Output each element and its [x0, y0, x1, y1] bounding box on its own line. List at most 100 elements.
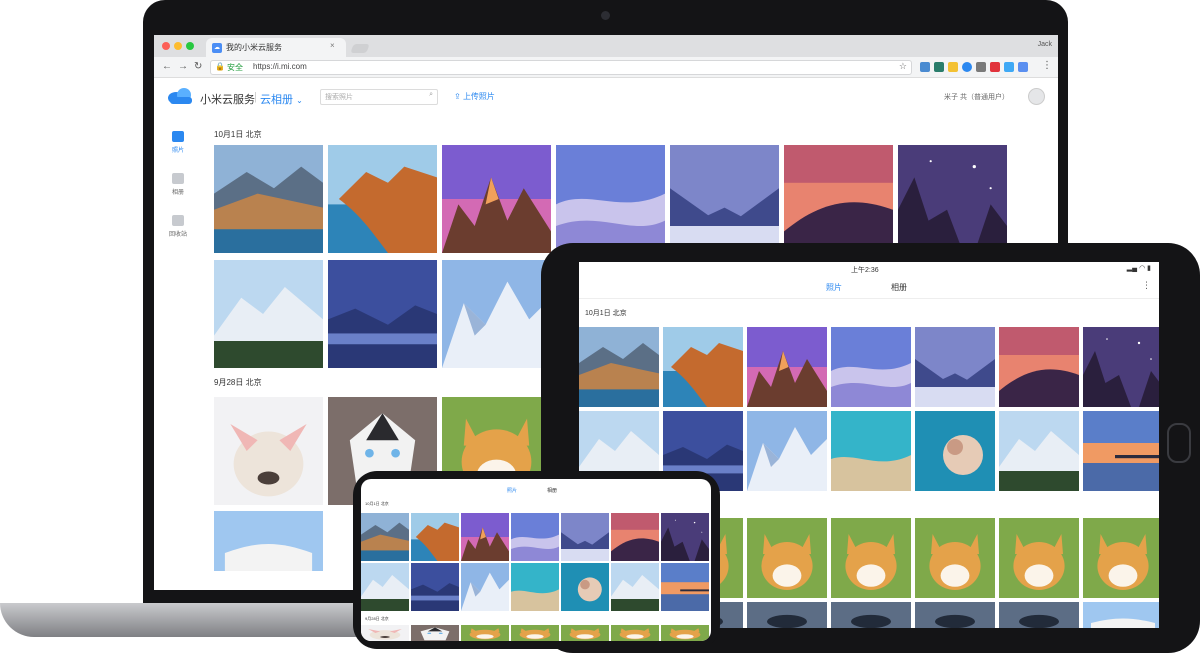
photo-thumbnail[interactable]	[999, 518, 1079, 598]
window-user-label[interactable]: Jack	[1038, 41, 1052, 48]
status-icons: ▂▄ ◠ ▮	[1126, 265, 1151, 272]
brand-name[interactable]: 小米云服务	[200, 91, 255, 107]
avatar[interactable]	[1028, 88, 1045, 105]
photo-thumbnail[interactable]	[442, 260, 551, 368]
bookmark-star-icon[interactable]: ☆	[899, 61, 907, 72]
photo-thumbnail[interactable]	[915, 518, 995, 598]
photo-thumbnail[interactable]	[361, 625, 409, 641]
photo-thumbnail[interactable]	[556, 145, 665, 253]
photo-thumbnail[interactable]	[747, 327, 827, 407]
photo-thumbnail[interactable]	[611, 513, 659, 561]
photo-thumbnail[interactable]	[1083, 327, 1159, 407]
phone-screen: 照片 相册 10月1日 北京 9月28日 北京	[361, 479, 711, 641]
photo-thumbnail[interactable]	[511, 563, 559, 611]
photo-thumbnail[interactable]	[898, 145, 1007, 253]
photo-thumbnail[interactable]	[611, 563, 659, 611]
photo-thumbnail[interactable]	[831, 602, 911, 628]
tablet-home-button[interactable]	[1167, 423, 1191, 463]
photo-thumbnail[interactable]	[511, 625, 559, 641]
search-input[interactable]: 搜索照片 ⌕	[320, 89, 438, 105]
extension-icon[interactable]	[1004, 62, 1014, 72]
browser-tab[interactable]: ☁ 我的小米云服务 ×	[206, 38, 346, 57]
photo-thumbnail[interactable]	[784, 145, 893, 253]
photo-thumbnail[interactable]	[579, 327, 659, 407]
new-tab-button[interactable]	[350, 44, 370, 53]
secure-label: 安全	[227, 63, 243, 72]
search-icon[interactable]: ⌕	[429, 91, 433, 99]
tab-albums[interactable]: 相册	[891, 282, 907, 293]
photo-thumbnail[interactable]	[611, 625, 659, 641]
photo-thumbnail[interactable]	[747, 602, 827, 628]
browser-menu-icon[interactable]: ⋮	[1042, 60, 1052, 71]
photo-thumbnail[interactable]	[661, 563, 709, 611]
photo-thumbnail[interactable]	[670, 145, 779, 253]
photo-thumbnail[interactable]	[747, 411, 827, 491]
back-icon[interactable]: ←	[162, 61, 172, 72]
photo-thumbnail[interactable]	[461, 513, 509, 561]
photo-thumbnail[interactable]	[999, 327, 1079, 407]
photo-thumbnail[interactable]	[1083, 411, 1159, 491]
photo-thumbnail[interactable]	[1083, 518, 1159, 598]
photo-thumbnail[interactable]	[411, 625, 459, 641]
account-name[interactable]: 米子 共（普通用户）	[944, 92, 1009, 102]
extension-icon[interactable]	[976, 62, 986, 72]
sidebar-item-label: 回收站	[168, 232, 187, 238]
photo-thumbnail[interactable]	[561, 625, 609, 641]
forward-icon[interactable]: →	[178, 61, 188, 72]
photo-thumbnail[interactable]	[831, 518, 911, 598]
photo-thumbnail[interactable]	[661, 625, 709, 641]
photo-thumbnail[interactable]	[411, 513, 459, 561]
photo-thumbnail[interactable]	[831, 327, 911, 407]
photo-thumbnail[interactable]	[661, 513, 709, 561]
photo-thumbnail[interactable]	[328, 260, 437, 368]
extension-icon[interactable]	[934, 62, 944, 72]
more-menu-icon[interactable]: ⋮	[1142, 280, 1151, 291]
sidebar-item-albums[interactable]: 相册	[166, 173, 190, 196]
tab-photos[interactable]: 照片	[826, 282, 842, 293]
extension-icon[interactable]	[990, 62, 1000, 72]
photo-thumbnail[interactable]	[831, 411, 911, 491]
sidebar-item-photos[interactable]: 照片	[166, 131, 190, 154]
maximize-window-icon[interactable]	[186, 42, 194, 50]
extension-icon[interactable]	[948, 62, 958, 72]
photo-thumbnail[interactable]	[1083, 602, 1159, 628]
photo-thumbnail[interactable]	[663, 327, 743, 407]
photo-thumbnail[interactable]	[214, 260, 323, 368]
extension-icon[interactable]	[962, 62, 972, 72]
sidebar-item-trash[interactable]: 回收站	[166, 215, 190, 238]
photo-thumbnail[interactable]	[328, 145, 437, 253]
photo-thumbnail[interactable]	[915, 327, 995, 407]
photo-thumbnail[interactable]	[915, 411, 995, 491]
url-input[interactable]: 🔒 安全 https://i.mi.com ☆	[210, 60, 912, 75]
photo-thumbnail[interactable]	[214, 145, 323, 253]
photo-thumbnail[interactable]	[461, 563, 509, 611]
photo-thumbnail[interactable]	[999, 411, 1079, 491]
browser-tab-bar: ☁ 我的小米云服务 × Jack	[154, 35, 1058, 57]
photo-thumbnail[interactable]	[915, 602, 995, 628]
photo-thumbnail[interactable]	[361, 563, 409, 611]
sidebar-item-label: 相册	[171, 190, 184, 196]
mi-cloud-logo-icon[interactable]	[166, 88, 196, 104]
tab-close-icon[interactable]: ×	[330, 41, 335, 50]
extension-icon[interactable]	[920, 62, 930, 72]
photo-thumbnail[interactable]	[411, 563, 459, 611]
photo-thumbnail[interactable]	[361, 513, 409, 561]
section-dropdown[interactable]: 云相册 ⌄	[260, 91, 303, 107]
app-header: 小米云服务 | 云相册 ⌄ 搜索照片 ⌕ ⇪ 上传照片 米子 共（普通用户）	[154, 78, 1058, 112]
tab-albums[interactable]: 相册	[547, 487, 557, 494]
photo-thumbnail[interactable]	[511, 513, 559, 561]
photo-thumbnail[interactable]	[561, 513, 609, 561]
extension-icon[interactable]	[1018, 62, 1028, 72]
photo-thumbnail[interactable]	[999, 602, 1079, 628]
photo-thumbnail[interactable]	[461, 625, 509, 641]
close-window-icon[interactable]	[162, 42, 170, 50]
minimize-window-icon[interactable]	[174, 42, 182, 50]
reload-icon[interactable]: ↻	[194, 61, 202, 72]
photo-thumbnail[interactable]	[561, 563, 609, 611]
tab-photos[interactable]: 照片	[507, 487, 517, 494]
upload-photos-button[interactable]: ⇪ 上传照片	[454, 91, 495, 102]
photo-thumbnail[interactable]	[214, 511, 323, 571]
photo-thumbnail[interactable]	[442, 145, 551, 253]
photo-thumbnail[interactable]	[747, 518, 827, 598]
photo-thumbnail[interactable]	[214, 397, 323, 505]
